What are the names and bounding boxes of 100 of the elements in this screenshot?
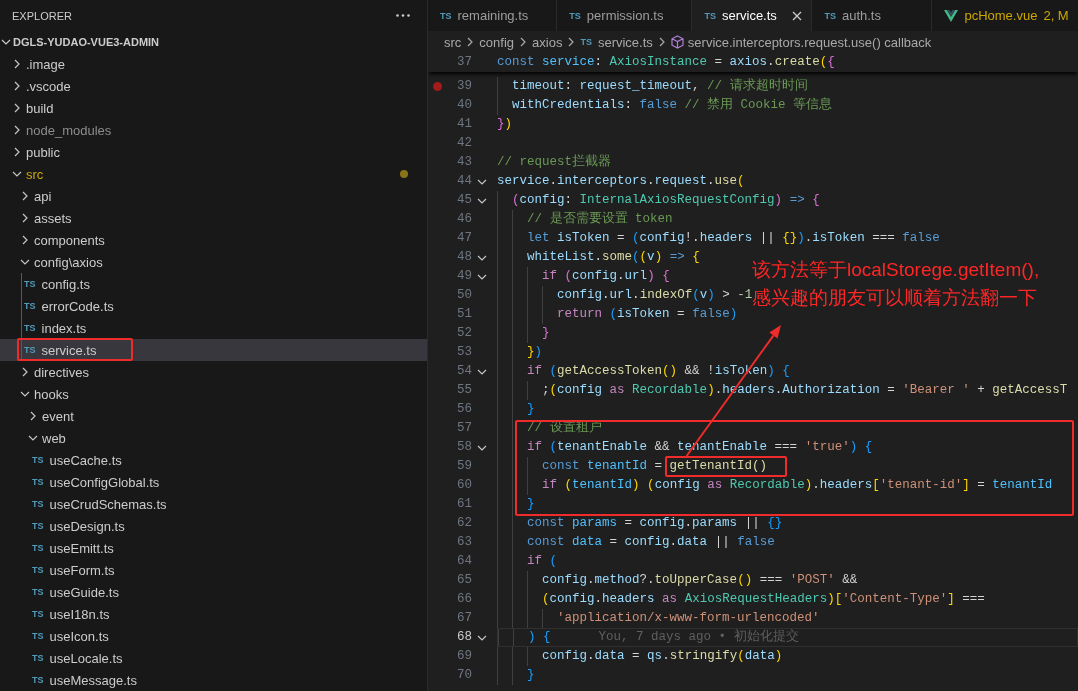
line-number: 42 — [457, 135, 472, 152]
chevron-down-icon[interactable] — [1, 39, 11, 45]
breadcrumb-item[interactable]: service.interceptors.request.use() callback — [670, 34, 932, 50]
chevron-down-icon[interactable] — [28, 435, 38, 441]
ts-file-icon: TS — [32, 631, 44, 641]
chevron-right-icon[interactable] — [22, 367, 28, 377]
chevron-right-icon — [658, 37, 665, 47]
ts-file-icon: TS — [580, 37, 592, 47]
chevron-right-icon — [568, 37, 575, 47]
file-item[interactable]: TS useMessage.ts — [0, 669, 427, 691]
editor-tab[interactable]: pcHome.vue 2, M — [932, 0, 1078, 31]
folder-item[interactable]: config\axios — [0, 251, 427, 273]
code-line: } — [542, 325, 550, 342]
editor-tab[interactable]: TS service.ts — [692, 0, 813, 31]
line-number: 52 — [457, 325, 472, 342]
ts-file-icon: TS — [32, 543, 44, 553]
line-number: 49 — [457, 268, 472, 285]
code-line: // request拦截器 — [497, 153, 611, 171]
chevron-down-icon[interactable] — [477, 368, 487, 375]
chevron-right-icon[interactable] — [22, 191, 28, 201]
close-icon[interactable] — [792, 10, 803, 21]
ts-file-icon: TS — [32, 499, 44, 509]
line-number: 68 — [457, 629, 472, 646]
line-number: 37 — [457, 54, 472, 71]
file-item[interactable]: TS useCrudSchemas.ts — [0, 493, 427, 515]
project-root[interactable]: DGLS-YUDAO-VUE3-ADMIN — [0, 31, 427, 53]
ts-file-icon: TS — [32, 565, 44, 575]
chevron-down-icon[interactable] — [477, 634, 487, 641]
folder-item[interactable]: components — [0, 229, 427, 251]
folder-item[interactable]: web — [0, 427, 427, 449]
line-number: 67 — [457, 610, 472, 627]
file-item[interactable]: TS index.ts — [0, 317, 427, 339]
line-number: 46 — [457, 211, 472, 228]
folder-item[interactable]: event — [0, 405, 427, 427]
editor-tab[interactable]: TS remaining.ts — [428, 0, 558, 31]
more-icon[interactable] — [396, 14, 410, 17]
code-line: config.url.indexOf(v) > -1 — [557, 287, 753, 302]
chevron-right-icon[interactable] — [14, 125, 20, 135]
chevron-right-icon[interactable] — [14, 147, 20, 157]
file-item[interactable]: TS useI18n.ts — [0, 603, 427, 625]
chevron-down-icon[interactable] — [477, 273, 487, 280]
ts-file-icon: TS — [24, 279, 36, 289]
chevron-down-icon[interactable] — [12, 171, 22, 177]
breadcrumb-item[interactable]: src — [444, 34, 462, 50]
line-number: 56 — [457, 401, 472, 418]
code-line: let isToken = (config!.headers || {}).isToken === false — [527, 230, 940, 247]
chevron-right-icon[interactable] — [14, 59, 20, 69]
file-item[interactable]: TS useGuide.ts — [0, 581, 427, 603]
line-number: 61 — [457, 496, 472, 513]
code-line: withCredentials: false // 禁用 Cookie 等信息 — [512, 96, 833, 114]
chevron-down-icon[interactable] — [477, 197, 487, 204]
chevron-right-icon[interactable] — [22, 235, 28, 245]
file-item[interactable]: TS useEmitt.ts — [0, 537, 427, 559]
line-number: 51 — [457, 306, 472, 323]
folder-item[interactable]: assets — [0, 207, 427, 229]
line-number: 40 — [457, 97, 472, 114]
chevron-down-icon[interactable] — [20, 259, 30, 265]
chevron-down-icon[interactable] — [477, 178, 487, 185]
breadcrumb-item[interactable]: config — [479, 34, 515, 50]
folder-item[interactable]: api — [0, 185, 427, 207]
chevron-down-icon[interactable] — [477, 254, 487, 261]
line-number: 63 — [457, 534, 472, 551]
folder-item[interactable]: .vscode — [0, 75, 427, 97]
chevron-right-icon[interactable] — [22, 213, 28, 223]
ts-file-icon: TS — [440, 10, 452, 21]
file-item[interactable]: TS service.ts — [0, 339, 427, 361]
folder-item[interactable]: build — [0, 97, 427, 119]
file-item[interactable]: TS useIcon.ts — [0, 625, 427, 647]
code-line: timeout: request_timeout, // 请求超时时间 — [512, 77, 808, 95]
line-number: 66 — [457, 591, 472, 608]
breadcrumb-item[interactable]: axios — [532, 34, 563, 50]
chevron-right-icon[interactable] — [14, 81, 20, 91]
file-item[interactable]: TS useForm.ts — [0, 559, 427, 581]
folder-item[interactable]: src — [0, 163, 427, 185]
file-item[interactable]: TS useCache.ts — [0, 449, 427, 471]
file-item[interactable]: TS useDesign.ts — [0, 515, 427, 537]
chevron-right-icon[interactable] — [14, 103, 20, 113]
file-item[interactable]: TS useLocale.ts — [0, 647, 427, 669]
chevron-down-icon[interactable] — [477, 444, 487, 451]
folder-item[interactable]: .image — [0, 53, 427, 75]
chevron-right-icon[interactable] — [30, 411, 36, 421]
folder-item[interactable]: hooks — [0, 383, 427, 405]
file-item[interactable]: TS config.ts — [0, 273, 427, 295]
folder-item[interactable]: directives — [0, 361, 427, 383]
editor-tab[interactable]: TS auth.ts — [812, 0, 933, 31]
code-line: } — [527, 496, 535, 513]
code-line: }) — [527, 344, 543, 361]
folder-item[interactable]: public — [0, 141, 427, 163]
panel-title: EXPLORER — [12, 9, 72, 22]
file-item[interactable]: TS useConfigGlobal.ts — [0, 471, 427, 493]
breadcrumb-item[interactable]: TS service.ts — [580, 34, 653, 50]
line-number: 41 — [457, 116, 472, 133]
line-number: 60 — [457, 477, 472, 494]
ts-file-icon: TS — [32, 477, 44, 487]
annotation-note: 该方法等于localStorege.getItem(), 感兴趣的朋友可以顺着方法翻一下 — [752, 258, 1040, 310]
ts-file-icon: TS — [24, 345, 36, 355]
line-number: 44 — [457, 173, 472, 190]
chevron-down-icon[interactable] — [20, 391, 30, 397]
folder-item[interactable]: node_modules — [0, 119, 427, 141]
file-item[interactable]: TS errorCode.ts — [0, 295, 427, 317]
